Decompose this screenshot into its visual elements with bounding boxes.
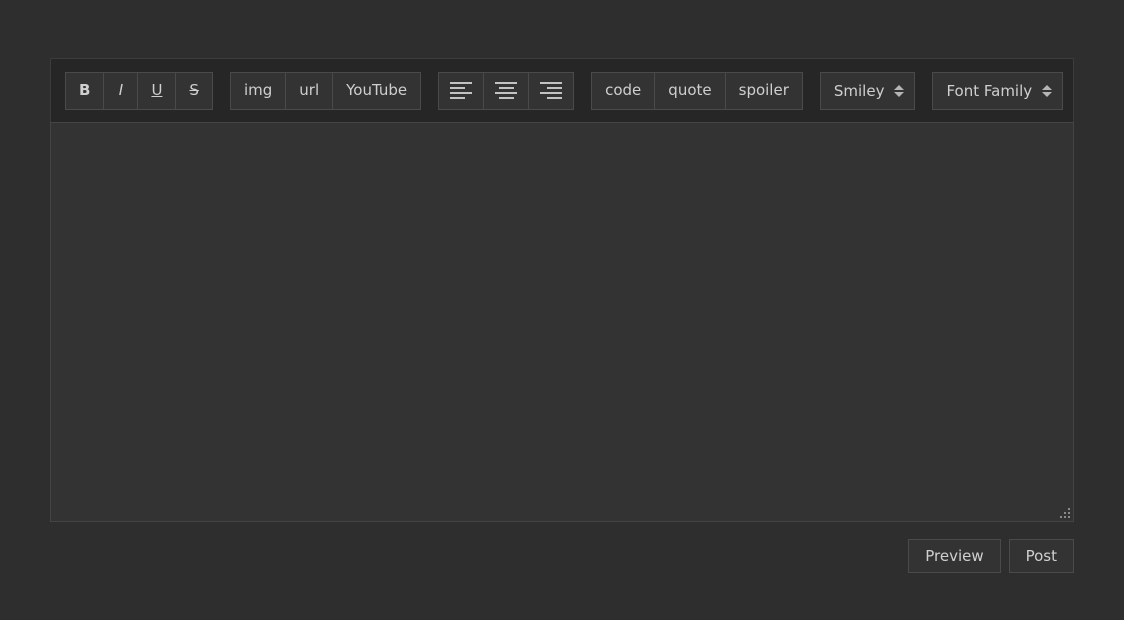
link-button-label: url bbox=[299, 81, 320, 99]
post-button[interactable]: Post bbox=[1008, 539, 1074, 573]
font-family-select[interactable]: Font Family bbox=[932, 71, 1064, 110]
smiley-select-label: Smiley bbox=[833, 81, 885, 100]
block-button-group: code quote spoiler bbox=[591, 71, 803, 110]
smiley-select[interactable]: Smiley bbox=[819, 71, 916, 110]
align-center-icon bbox=[495, 82, 518, 99]
image-button-label: img bbox=[243, 81, 273, 99]
font-family-select-label: Font Family bbox=[946, 81, 1033, 100]
code-button[interactable]: code bbox=[591, 71, 656, 110]
code-button-label: code bbox=[605, 81, 642, 99]
message-input[interactable] bbox=[50, 122, 1074, 522]
spoiler-button[interactable]: spoiler bbox=[725, 71, 803, 110]
underline-button-label: U bbox=[151, 81, 163, 99]
chevron-updown-icon bbox=[894, 84, 905, 97]
preview-button[interactable]: Preview bbox=[908, 539, 1001, 573]
quote-button-label: quote bbox=[668, 81, 712, 99]
image-button[interactable]: img bbox=[229, 71, 287, 110]
alignment-button-group bbox=[438, 71, 575, 110]
post-editor: B I U S img url YouTube code quote spoil… bbox=[50, 58, 1074, 573]
media-button-group: img url YouTube bbox=[229, 71, 422, 110]
strikethrough-button-label: S bbox=[189, 81, 199, 99]
editor-actions: Preview Post bbox=[50, 539, 1074, 573]
composer-area bbox=[50, 122, 1074, 522]
strikethrough-button[interactable]: S bbox=[176, 71, 213, 110]
bold-button[interactable]: B bbox=[65, 71, 105, 110]
link-button[interactable]: url bbox=[286, 71, 334, 110]
youtube-button[interactable]: YouTube bbox=[333, 71, 422, 110]
youtube-button-label: YouTube bbox=[346, 81, 408, 99]
bold-button-label: B bbox=[79, 81, 91, 99]
quote-button[interactable]: quote bbox=[655, 71, 726, 110]
chevron-updown-icon bbox=[1042, 84, 1053, 97]
align-right-icon bbox=[540, 82, 563, 99]
underline-button[interactable]: U bbox=[138, 71, 177, 110]
text-format-button-group: B I U S bbox=[65, 71, 213, 110]
editor-toolbar: B I U S img url YouTube code quote spoil… bbox=[50, 58, 1074, 122]
align-left-icon bbox=[450, 82, 473, 99]
italic-button-label: I bbox=[118, 81, 124, 99]
italic-button[interactable]: I bbox=[104, 71, 139, 110]
align-center-button[interactable] bbox=[484, 71, 530, 110]
align-left-button[interactable] bbox=[438, 71, 485, 110]
spoiler-button-label: spoiler bbox=[738, 81, 789, 99]
align-right-button[interactable] bbox=[529, 71, 575, 110]
